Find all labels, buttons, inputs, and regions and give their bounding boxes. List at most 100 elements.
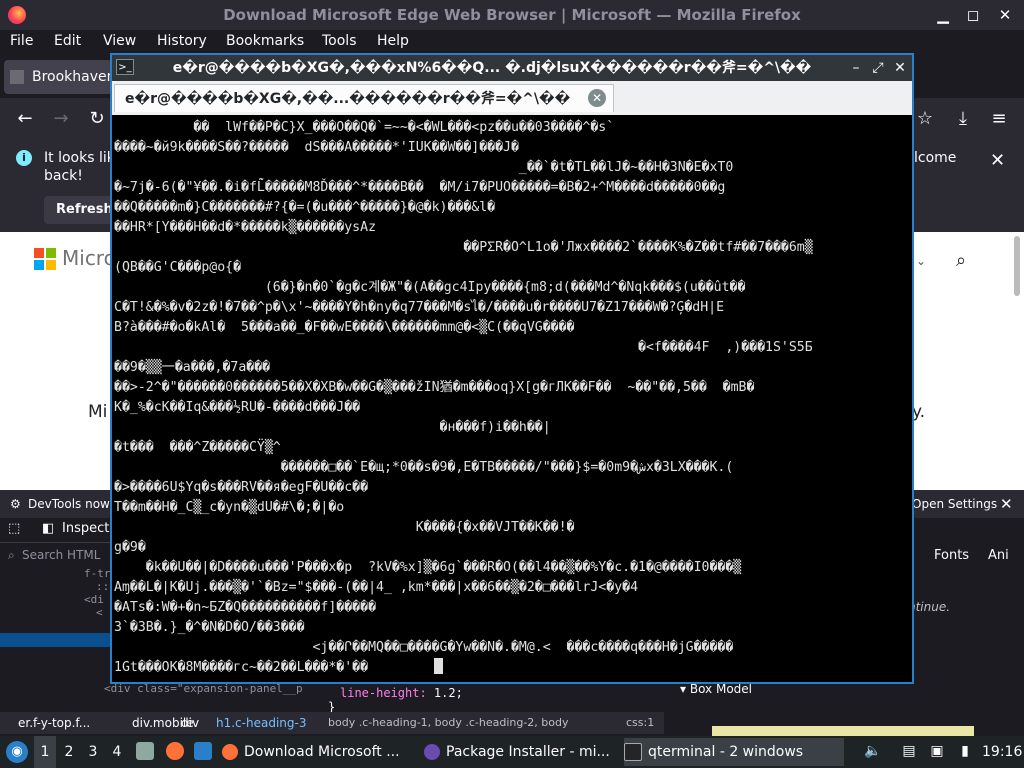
css-rule-line[interactable]: line-height: 1.2; [340, 686, 463, 700]
downloads-icon[interactable]: ⤓ [950, 106, 976, 132]
workspace-2[interactable]: 2 [58, 736, 80, 768]
page-search-icon[interactable]: ⌕ [956, 250, 966, 271]
volume-icon[interactable]: 🔈 [864, 742, 882, 760]
terminal-line: K����{�x��VJT��K��!� [114, 520, 575, 535]
css-selector-strip: body .c-heading-1, body .c-heading-2, bo… [320, 712, 664, 734]
terminal-line: (6�}�n�0`�g�c계�Ж"�(А��gc4Ipy����{m8;d(��… [114, 280, 746, 295]
terminal-task-icon [624, 743, 642, 761]
chevron-down-icon[interactable]: ⌄ [916, 254, 926, 268]
taskbar-task-firefox[interactable]: Download Microsoft ... [222, 738, 412, 766]
menu-help[interactable]: Help [377, 33, 409, 49]
microsoft-logo-icon[interactable] [34, 248, 56, 270]
menu-history[interactable]: History [157, 33, 207, 49]
qterminal-minimize-icon[interactable]: – [846, 57, 866, 79]
breadcrumb-current[interactable]: h1.c-heading-3 [216, 712, 306, 734]
terminal-line: �t��� ���^Z�����CŸ▒^ [114, 440, 281, 455]
terminal-line: 1Gt���OK�8M����гc~��2��L���*�'�� [114, 660, 369, 675]
notification-text-2: back! [44, 168, 83, 184]
reload-icon[interactable]: ↻ [84, 106, 110, 132]
browser-tab[interactable]: Brookhaven [4, 60, 112, 94]
terminal-line: C�T!&�%�v�2z�!�7��^p�\x'~����Y�h�ny�q77�… [114, 300, 725, 315]
css-prop: line-height: [340, 686, 427, 700]
firefox-task-icon [222, 744, 238, 760]
workspace-4[interactable]: 4 [106, 736, 128, 768]
box-model-label: Box Model [689, 682, 752, 696]
fonts-tab[interactable]: Fonts [934, 548, 969, 563]
terminal-line: ����~�й9k����S��?����� dS���A�����*'IUK�… [114, 140, 519, 155]
terminal-line: �>����6U$Yq�s���RV��я�egF�U��c�� [114, 480, 369, 495]
tree-line[interactable]: <di [0, 593, 110, 606]
browser-tab-label: Brookhaven [32, 69, 112, 85]
workspace-3[interactable]: 3 [82, 736, 104, 768]
terminal-output[interactable]: �� lWf��P�C}X_���O��Q�`=~~�<�WL���<pz��u… [114, 116, 886, 680]
open-settings-link[interactable]: Open Settings [912, 490, 997, 518]
tab-favicon-icon [10, 70, 24, 84]
firefox-minimize-icon[interactable]: ▁ [932, 4, 954, 26]
terminal-line: B?à���#�o�kAl� 5���a��_�F��wE����\������… [114, 320, 575, 335]
tree-line[interactable]: :: [0, 580, 110, 593]
tree-line[interactable]: < [0, 606, 110, 619]
qterminal-maximize-icon[interactable]: ⤢ [868, 57, 888, 79]
clipboard-icon[interactable]: ▤ [900, 742, 918, 760]
breadcrumb-div[interactable]: div [181, 712, 199, 734]
bookmark-star-icon[interactable]: ☆ [912, 106, 938, 132]
menu-bookmarks[interactable]: Bookmarks [226, 33, 304, 49]
clock[interactable]: 19:16 [982, 736, 1022, 768]
terminal-line: �ATs�:W�+�n~БZ�Q����������f]����� [114, 600, 377, 615]
desktop-launcher-icon[interactable] [194, 742, 212, 760]
terminal-icon: >_ [116, 59, 134, 75]
task-label: qterminal - 2 windows [648, 744, 804, 760]
animations-tab[interactable]: Ani [988, 548, 1009, 563]
workspace-1[interactable]: 1 [34, 736, 56, 768]
file-manager-launcher-icon[interactable] [136, 742, 154, 760]
terminal-line: �~7j�-6(�"¥��.�i�fL̇̃�����M8Ď���^*����B�… [114, 180, 726, 195]
css-source-link[interactable]: css:1 [626, 712, 654, 734]
task-label: Package Installer - mi... [446, 744, 610, 760]
box-model-header[interactable]: ▾ Box Model [680, 682, 752, 696]
selected-tree-node[interactable] [0, 633, 110, 647]
menu-view[interactable]: View [103, 33, 136, 49]
terminal-line: T��m��H�_C▒_c�yn�▒dU�#\�;�|�o [114, 500, 345, 515]
tab-close-icon[interactable]: ✕ [588, 89, 606, 107]
firefox-logo-icon [8, 6, 26, 24]
menu-tools[interactable]: Tools [322, 33, 357, 49]
app-menu-icon[interactable]: ≡ [986, 106, 1012, 132]
taskbar-task-qterminal[interactable]: qterminal - 2 windows [624, 738, 844, 766]
terminal-line: Aɱ��L�|K�Uj.���▒�'`�Bz="$���-(��|4_ ,km*… [114, 580, 639, 595]
css-val: 1.2; [426, 686, 463, 700]
box-model-diagram [712, 726, 974, 736]
terminal-line: ��HR*[Y���H��d�*�����k▒������ysAz [114, 220, 377, 235]
terminal-line: (QB��G'C���p@o{� [114, 260, 242, 275]
css-selector-text: body .c-heading-1, body .c-heading-2, bo… [328, 716, 569, 729]
notification-right-text: lcome [914, 150, 957, 166]
forward-arrow-icon[interactable]: → [48, 106, 74, 132]
menu-edit[interactable]: Edit [54, 33, 81, 49]
firefox-launcher-icon[interactable] [166, 742, 184, 760]
firefox-menu-bar: File Edit View History Bookmarks Tools H… [0, 30, 1024, 54]
devtools-notice-close-icon[interactable]: ✕ [1000, 490, 1013, 518]
package-installer-task-icon [424, 744, 440, 760]
terminal-line: 3`�3B�.}_�^�N�D�O/��3��� [114, 620, 305, 635]
terminal-line: ������□��`E�щ;*0��s�9�,E�TB�����/"���}$=… [114, 460, 734, 475]
page-scrollbar[interactable] [1014, 236, 1020, 296]
breadcrumb-prefix[interactable]: er.f-y-top.f... [18, 712, 90, 734]
start-menu-icon[interactable]: ◉ [6, 741, 28, 763]
back-arrow-icon[interactable]: ← [12, 106, 38, 132]
network-icon[interactable]: ▣ [928, 742, 946, 760]
terminal-line: ��>-2^�"������0������5��X�XB�w��G�▒���žI… [114, 380, 755, 395]
tree-line[interactable]: f-tr [0, 567, 110, 580]
qterminal-close-icon[interactable]: ✕ [890, 57, 910, 79]
refresh-button[interactable]: Refresh [44, 196, 116, 224]
battery-icon[interactable]: ▮ [956, 742, 974, 760]
taskbar-task-package-installer[interactable]: Package Installer - mi... [424, 738, 614, 766]
terminal-line: K�_%�cK��Iq&���½RU�-����d���J�� [114, 400, 361, 415]
menu-file[interactable]: File [10, 33, 33, 49]
devtools-search[interactable]: ⌕ Search HTML [0, 543, 110, 567]
firefox-close-icon[interactable]: ✕ [994, 4, 1016, 26]
inspector-tab[interactable]: Inspecto [62, 521, 117, 536]
element-picker-icon[interactable]: ⬚ [8, 521, 20, 536]
qterminal-tab[interactable]: e�r@����b�XG�,��...������r��斧=�^\�� [114, 84, 614, 112]
notification-close-icon[interactable]: ✕ [990, 150, 1005, 171]
firefox-maximize-icon[interactable]: ◻ [962, 4, 984, 26]
search-html-input[interactable]: Search HTML [22, 543, 100, 567]
